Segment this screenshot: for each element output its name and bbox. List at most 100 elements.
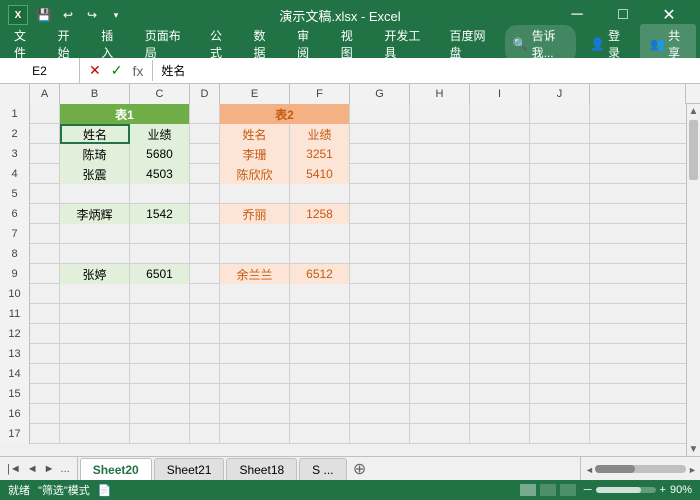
save-icon[interactable]: 💾 (34, 5, 54, 25)
col-header-a[interactable]: A (30, 84, 60, 104)
cell-e7[interactable] (220, 224, 290, 244)
page-layout-view-button[interactable] (540, 484, 556, 496)
cell-g3[interactable] (350, 144, 410, 164)
cell-e5[interactable] (220, 184, 290, 204)
cell-f6[interactable]: 1258 (290, 204, 350, 224)
cell-j7[interactable] (530, 224, 590, 244)
col-header-f[interactable]: F (290, 84, 350, 104)
cell-d2[interactable] (190, 124, 220, 144)
confirm-button[interactable]: ✓ (108, 60, 126, 81)
menu-view[interactable]: 视图 (331, 23, 373, 65)
scroll-up-button[interactable]: ▲ (687, 104, 700, 118)
cell-e3[interactable]: 李珊 (220, 144, 290, 164)
cell-i7[interactable] (470, 224, 530, 244)
cell-d9[interactable] (190, 264, 220, 284)
scroll-bar-track[interactable] (595, 465, 686, 473)
cell-g7[interactable] (350, 224, 410, 244)
cell-d3[interactable] (190, 144, 220, 164)
cell-a1[interactable] (30, 104, 60, 124)
cell-i6[interactable] (470, 204, 530, 224)
cell-h1[interactable] (410, 104, 470, 124)
menu-developer[interactable]: 开发工具 (374, 23, 437, 65)
cell-d7[interactable] (190, 224, 220, 244)
cell-i1[interactable] (470, 104, 530, 124)
cell-h6[interactable] (410, 204, 470, 224)
cell-c2[interactable]: 业绩 (130, 124, 190, 144)
cell-d8[interactable] (190, 244, 220, 264)
cell-b6[interactable]: 李炳辉 (60, 204, 130, 224)
cell-h7[interactable] (410, 224, 470, 244)
cell-g1[interactable] (350, 104, 410, 124)
cell-c5[interactable] (130, 184, 190, 204)
cell-g5[interactable] (350, 184, 410, 204)
cell-e9[interactable]: 余兰兰 (220, 264, 290, 284)
menu-page-layout[interactable]: 页面布局 (135, 23, 198, 65)
cell-j5[interactable] (530, 184, 590, 204)
cell-i8[interactable] (470, 244, 530, 264)
cell-f5[interactable] (290, 184, 350, 204)
cell-b9[interactable]: 张婷 (60, 264, 130, 284)
zoom-out-button[interactable]: ─ (584, 484, 592, 496)
cell-e1[interactable]: 表2 (220, 104, 350, 124)
cell-e4[interactable]: 陈欣欣 (220, 164, 290, 184)
cell-g6[interactable] (350, 204, 410, 224)
sheet-tab-sheet20[interactable]: Sheet20 (80, 458, 152, 480)
cell-i2[interactable] (470, 124, 530, 144)
cell-a2[interactable] (30, 124, 60, 144)
cancel-button[interactable]: ✕ (86, 60, 104, 81)
cell-a4[interactable] (30, 164, 60, 184)
cell-a7[interactable] (30, 224, 60, 244)
zoom-slider-track[interactable] (596, 487, 656, 493)
scroll-right-button[interactable]: ► (688, 465, 696, 473)
sheet-nav-dots[interactable]: ... (58, 461, 73, 477)
cell-f3[interactable]: 3251 (290, 144, 350, 164)
sheet-tab-sheet18[interactable]: Sheet18 (226, 458, 297, 480)
cell-b7[interactable] (60, 224, 130, 244)
cell-f4[interactable]: 5410 (290, 164, 350, 184)
cell-h4[interactable] (410, 164, 470, 184)
cell-a5[interactable] (30, 184, 60, 204)
cell-e2[interactable]: 姓名 (220, 124, 290, 144)
cell-f2[interactable]: 业绩 (290, 124, 350, 144)
col-header-e[interactable]: E (220, 84, 290, 104)
cell-h8[interactable] (410, 244, 470, 264)
cell-d4[interactable] (190, 164, 220, 184)
cell-d6[interactable] (190, 204, 220, 224)
col-header-i[interactable]: I (470, 84, 530, 104)
cell-c6[interactable]: 1542 (130, 204, 190, 224)
cell-i3[interactable] (470, 144, 530, 164)
col-header-g[interactable]: G (350, 84, 410, 104)
redo-icon[interactable]: ↪ (82, 5, 102, 25)
menu-review[interactable]: 审阅 (287, 23, 329, 65)
col-header-c[interactable]: C (130, 84, 190, 104)
menu-baidu[interactable]: 百度网盘 (439, 23, 502, 65)
cell-f9[interactable]: 6512 (290, 264, 350, 284)
cell-h9[interactable] (410, 264, 470, 284)
cell-c9[interactable]: 6501 (130, 264, 190, 284)
cell-b3[interactable]: 陈琦 (60, 144, 130, 164)
add-sheet-button[interactable]: ⊕ (349, 458, 371, 480)
normal-view-button[interactable] (520, 484, 536, 496)
zoom-slider-thumb[interactable] (596, 487, 641, 493)
cell-d5[interactable] (190, 184, 220, 204)
cell-a3[interactable] (30, 144, 60, 164)
cell-b4[interactable]: 张震 (60, 164, 130, 184)
cell-a6[interactable] (30, 204, 60, 224)
zoom-in-button[interactable]: + (660, 484, 666, 496)
cell-c4[interactable]: 4503 (130, 164, 190, 184)
cell-g4[interactable] (350, 164, 410, 184)
cell-i9[interactable] (470, 264, 530, 284)
vertical-scrollbar[interactable]: ▲ ▼ (686, 104, 700, 456)
cell-d1[interactable] (190, 104, 220, 124)
col-header-j[interactable]: J (530, 84, 590, 104)
cell-b5[interactable] (60, 184, 130, 204)
cell-c3[interactable]: 5680 (130, 144, 190, 164)
cell-h2[interactable] (410, 124, 470, 144)
col-header-d[interactable]: D (190, 84, 220, 104)
cell-g9[interactable] (350, 264, 410, 284)
cell-c8[interactable] (130, 244, 190, 264)
undo-icon[interactable]: ↩ (58, 5, 78, 25)
cell-e6[interactable]: 乔丽 (220, 204, 290, 224)
sheet-nav-prev[interactable]: ◄ (24, 461, 41, 477)
share-button[interactable]: 👥 共享 (640, 24, 696, 64)
